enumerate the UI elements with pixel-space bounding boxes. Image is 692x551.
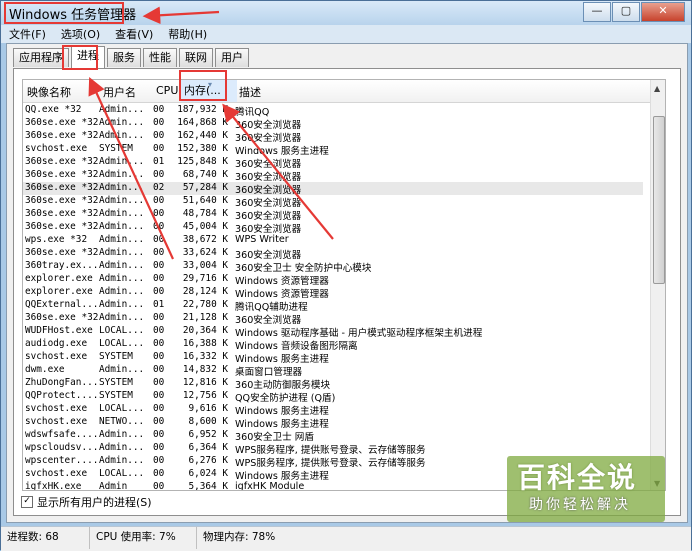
task-manager-window: Windows 任务管理器 — ▢ ✕ 文件(F) 选项(O) 查看(V) 帮助…: [0, 0, 692, 551]
watermark-title: 百科全说: [517, 461, 638, 494]
watermark: 百科全说 助你轻松解决: [507, 456, 665, 522]
watermark-subtitle: 助你轻松解决: [529, 497, 631, 513]
arrow-to-title: [142, 6, 220, 25]
arrow-to-processes-tab: [88, 77, 174, 260]
arrow-to-memory-header: [222, 103, 334, 240]
